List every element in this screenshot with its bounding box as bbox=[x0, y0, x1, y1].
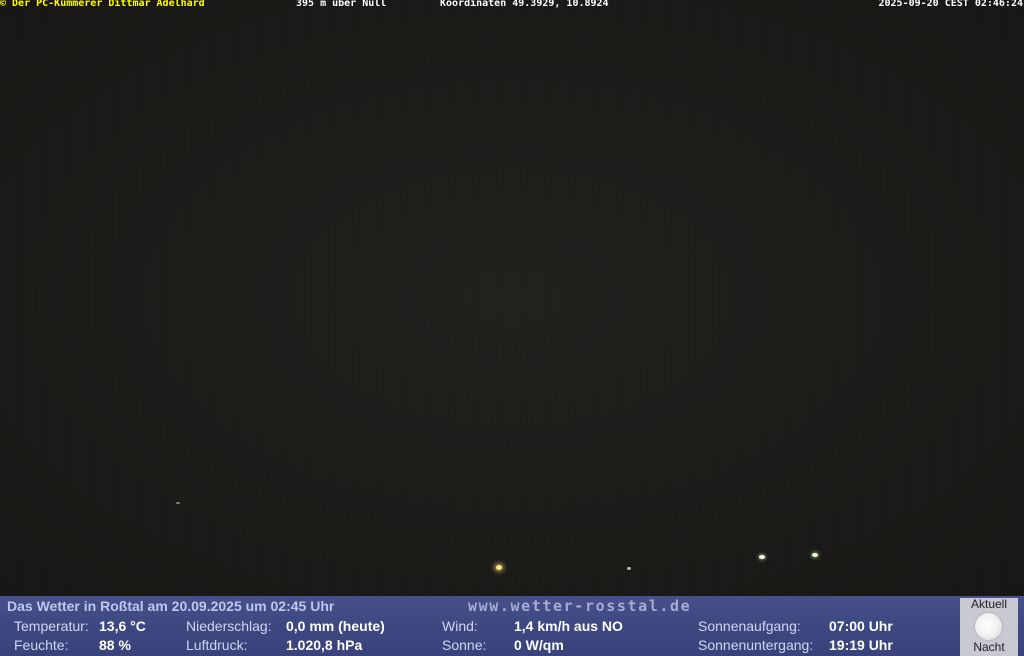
wind-value-cell: 1,4 km/h aus NO bbox=[514, 618, 623, 634]
altitude-text: 395 m über Null bbox=[296, 0, 387, 9]
pressure-value-cell: 1.020,8 hPa bbox=[286, 637, 362, 653]
sunset-label: Sonnenuntergang: bbox=[698, 637, 814, 653]
website-text: www.wetter-rosstal.de bbox=[468, 597, 692, 615]
humidity-value-cell: 88 % bbox=[99, 637, 131, 653]
weather-title: Das Wetter in Roßtal am 20.09.2025 um 02… bbox=[7, 598, 335, 614]
weather-panel: Das Wetter in Roßtal am 20.09.2025 um 02… bbox=[0, 596, 1024, 656]
sunrise-label: Sonnenaufgang: bbox=[698, 618, 801, 634]
moon-bottom-label: Nacht bbox=[973, 640, 1005, 654]
sunset-row: Sonnenuntergang: bbox=[698, 637, 813, 653]
sun-value: 0 W/qm bbox=[514, 637, 564, 653]
wind-row: Wind: bbox=[442, 618, 478, 634]
temperature-value-cell: 13,6 °C bbox=[99, 618, 146, 634]
light-point bbox=[812, 553, 818, 557]
sun-value-cell: 0 W/qm bbox=[514, 637, 564, 653]
moon-phase-box: Aktuell Nacht bbox=[960, 598, 1018, 656]
moon-top-label: Aktuell bbox=[970, 597, 1008, 611]
coordinates-text: Koordinaten 49.3929, 10.8924 bbox=[440, 0, 609, 9]
wind-label: Wind: bbox=[442, 618, 478, 634]
light-point bbox=[627, 567, 631, 570]
full-moon-icon bbox=[975, 613, 1002, 640]
precipitation-value: 0,0 mm (heute) bbox=[286, 618, 385, 634]
wind-value: 1,4 km/h aus NO bbox=[514, 618, 623, 634]
pressure-label: Luftdruck: bbox=[186, 637, 248, 653]
humidity-label: Feuchte: bbox=[14, 637, 69, 653]
sun-row: Sonne: bbox=[442, 637, 486, 653]
light-point bbox=[176, 502, 180, 504]
temperature-row: Temperatur: bbox=[14, 618, 89, 634]
sunrise-value: 07:00 Uhr bbox=[829, 618, 893, 634]
sunrise-value-cell: 07:00 Uhr bbox=[829, 618, 893, 634]
sunrise-row: Sonnenaufgang: bbox=[698, 618, 801, 634]
temperature-value: 13,6 °C bbox=[99, 618, 146, 634]
sunset-value-cell: 19:19 Uhr bbox=[829, 637, 893, 653]
webcam-page: © Der PC-Kümmerer Dittmar Adelhard 395 m… bbox=[0, 0, 1024, 656]
temperature-label: Temperatur: bbox=[14, 618, 89, 634]
sunset-value: 19:19 Uhr bbox=[829, 637, 893, 653]
pressure-row: Luftdruck: bbox=[186, 637, 247, 653]
precipitation-value-cell: 0,0 mm (heute) bbox=[286, 618, 385, 634]
light-point bbox=[496, 565, 502, 570]
humidity-row: Feuchte: bbox=[14, 637, 68, 653]
webcam-image bbox=[0, 0, 1024, 596]
timestamp-text: 2025-09-20 CEST 02:46:24 bbox=[878, 0, 1024, 9]
light-point bbox=[759, 555, 765, 559]
sun-label: Sonne: bbox=[442, 637, 487, 653]
camera-overlay-bar: © Der PC-Kümmerer Dittmar Adelhard 395 m… bbox=[0, 0, 1024, 10]
humidity-value: 88 % bbox=[99, 637, 131, 653]
precipitation-row: Niederschlag: bbox=[186, 618, 272, 634]
precipitation-label: Niederschlag: bbox=[186, 618, 272, 634]
copyright-text: © Der PC-Kümmerer Dittmar Adelhard bbox=[0, 0, 205, 9]
pressure-value: 1.020,8 hPa bbox=[286, 637, 363, 653]
